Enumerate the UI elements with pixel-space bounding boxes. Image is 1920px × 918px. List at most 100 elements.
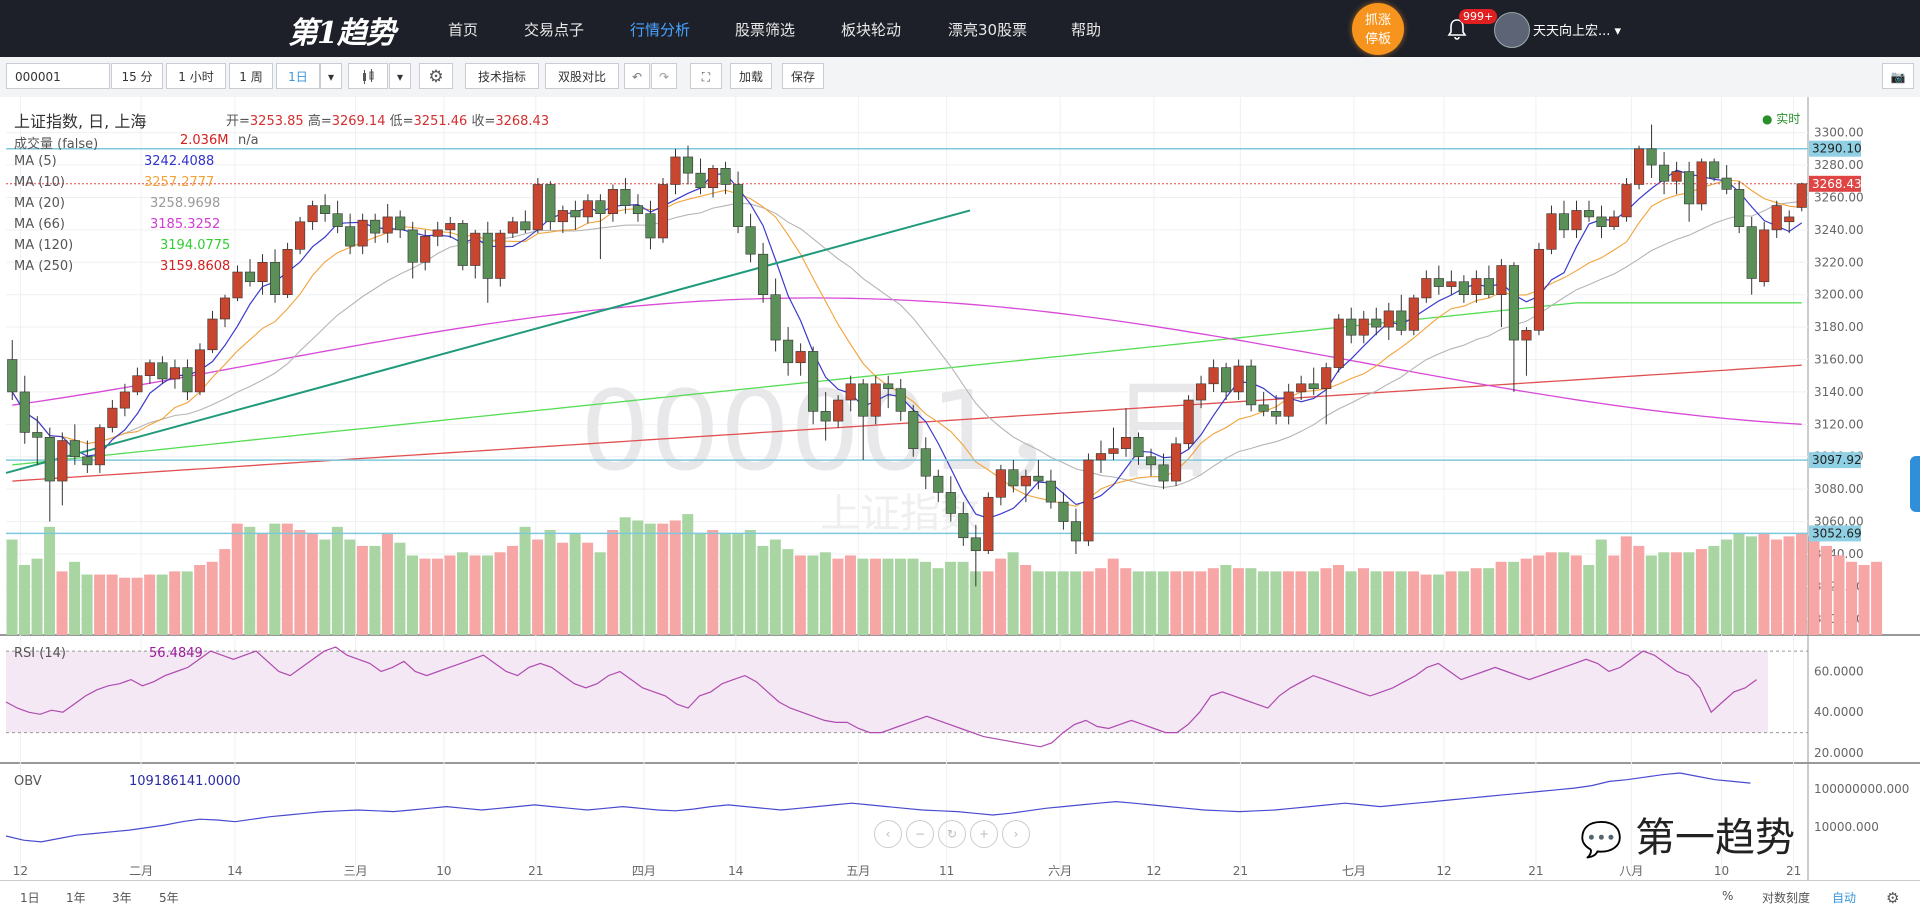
candle-body	[1346, 318, 1357, 336]
interval-1w[interactable]: 1 周	[229, 63, 273, 89]
nav-sector-rotation[interactable]: 板块轮动	[841, 19, 901, 40]
snapshot-button[interactable]: 📷	[1882, 63, 1914, 89]
nav-pretty30[interactable]: 漂亮30股票	[948, 19, 1027, 40]
volume-bar	[632, 520, 644, 635]
volume-bar	[519, 526, 531, 635]
nav-home[interactable]: 首页	[448, 19, 478, 40]
zoom-in-icon[interactable]: +	[970, 820, 998, 848]
range-1y[interactable]: 1年	[66, 889, 86, 906]
y-tick-label: 3280.00	[1814, 158, 1864, 172]
log-scale-toggle[interactable]: 对数刻度	[1762, 889, 1810, 906]
zoom-out-icon[interactable]: −	[906, 820, 934, 848]
reset-icon[interactable]: ↻	[938, 820, 966, 848]
candle-body	[307, 205, 318, 223]
y-tick-label: 3180.00	[1814, 320, 1864, 334]
nav-market-analysis[interactable]: 行情分析	[630, 19, 690, 40]
volume-bar	[932, 568, 944, 635]
symbol-input[interactable]: 000001	[6, 63, 110, 89]
candle-body	[1721, 177, 1732, 190]
volume-bar	[19, 565, 31, 635]
candle-body	[82, 456, 93, 466]
indicators-button[interactable]: 技术指标	[465, 63, 539, 89]
candle-body	[1120, 437, 1132, 449]
candle-body	[645, 213, 656, 239]
candle-body	[132, 375, 143, 393]
range-5y[interactable]: 5年	[159, 889, 179, 906]
nav-trade-ideas[interactable]: 交易点子	[524, 19, 584, 40]
y-tick-label: 3080.00	[1814, 482, 1864, 496]
candle-body	[607, 189, 618, 214]
volume-bar	[1232, 568, 1244, 635]
volume-bar	[1445, 571, 1457, 635]
chart-title: 上证指数, 日, 上海	[14, 112, 147, 131]
load-button[interactable]: 加载	[730, 63, 772, 89]
scroll-right-icon[interactable]: ›	[1002, 820, 1030, 848]
candle-body	[1408, 297, 1419, 331]
compare-button[interactable]: 双股对比	[545, 63, 619, 89]
volume-bar	[1608, 555, 1620, 635]
candle-body	[382, 216, 393, 234]
candle-body	[1421, 278, 1432, 299]
nav-help[interactable]: 帮助	[1071, 19, 1101, 40]
volume-bar	[281, 523, 293, 635]
volume-bar	[1408, 571, 1420, 635]
candle-body	[1496, 265, 1507, 295]
candle-body	[232, 271, 243, 299]
volume-bar	[869, 558, 881, 635]
volume-bar	[1633, 545, 1645, 635]
candle-body	[945, 492, 956, 514]
interval-1h[interactable]: 1 小时	[166, 63, 226, 89]
volume-bar	[1733, 533, 1745, 635]
rsi-legend: RSI (14) 56.4849	[14, 646, 203, 661]
brand-logo[interactable]: 第1趋势	[288, 8, 396, 52]
gear-icon[interactable]: ⚙	[1886, 889, 1899, 907]
settings-button[interactable]: ⚙	[419, 63, 453, 89]
side-panel-toggle[interactable]	[1910, 456, 1920, 512]
candle-body	[457, 223, 468, 266]
chart-type-button[interactable]	[348, 63, 388, 89]
nav-stock-screener[interactable]: 股票筛选	[735, 19, 795, 40]
volume-bar	[1383, 571, 1395, 635]
y-tick-label: 3200.00	[1814, 288, 1864, 302]
volume-bar	[94, 574, 106, 635]
volume-bar	[1520, 558, 1532, 635]
top-navbar: 第1趋势 首页 交易点子 行情分析 股票筛选 板块轮动 漂亮30股票 帮助 抓涨…	[0, 0, 1920, 57]
volume-bar	[1420, 574, 1432, 635]
fullscreen-button[interactable]: ⛶	[690, 63, 722, 89]
volume-bar	[1833, 555, 1845, 635]
candle-body	[1196, 383, 1207, 401]
candle-body	[282, 249, 293, 295]
avatar[interactable]	[1494, 12, 1530, 48]
interval-dropdown[interactable]: ▾	[320, 63, 342, 89]
range-1d[interactable]: 1日	[20, 889, 40, 906]
redo-button[interactable]: ↷	[651, 63, 677, 89]
auto-scale-toggle[interactable]: 自动	[1832, 889, 1856, 906]
volume-bar	[1558, 552, 1570, 635]
volume-bar	[719, 533, 731, 635]
undo-button[interactable]: ↶	[624, 63, 650, 89]
save-button[interactable]: 保存	[782, 63, 824, 89]
candle-body	[1471, 278, 1482, 295]
x-tick-label: 六月	[1048, 864, 1072, 878]
obv-legend: OBV 109186141.0000	[14, 774, 241, 789]
interval-1d[interactable]: 1日	[276, 63, 320, 89]
ma-legend-row: MA (20) 3258.9698	[14, 196, 220, 211]
percent-scale-toggle[interactable]: %	[1722, 889, 1733, 903]
rsi-value: 56.4849	[149, 646, 203, 661]
range-3y[interactable]: 3年	[112, 889, 132, 906]
volume-bar	[56, 571, 68, 635]
volume-bar	[995, 558, 1007, 635]
interval-15m[interactable]: 15 分	[111, 63, 163, 89]
ma-legend-row: MA (66) 3185.3252	[14, 217, 220, 232]
candle-body	[57, 440, 68, 482]
candle-body	[1558, 213, 1570, 231]
ma-legend-name: MA (250)	[14, 259, 74, 274]
limit-up-button[interactable]: 抓涨 停板	[1352, 3, 1404, 55]
scroll-left-icon[interactable]: ‹	[874, 820, 902, 848]
chart-type-dropdown[interactable]: ▾	[389, 63, 411, 89]
rsi-tick-label: 60.0000	[1814, 665, 1864, 679]
volume-bar	[1095, 568, 1107, 635]
chart-canvas[interactable]: 12 二月 14 三月 10 21 四月 14 五月 11 六月 12 21 七月 12 21 八月 10 21 33…	[0, 97, 1920, 880]
candle-body	[1446, 281, 1457, 287]
username-menu[interactable]: 天天向上宏... ▾	[1533, 20, 1621, 39]
